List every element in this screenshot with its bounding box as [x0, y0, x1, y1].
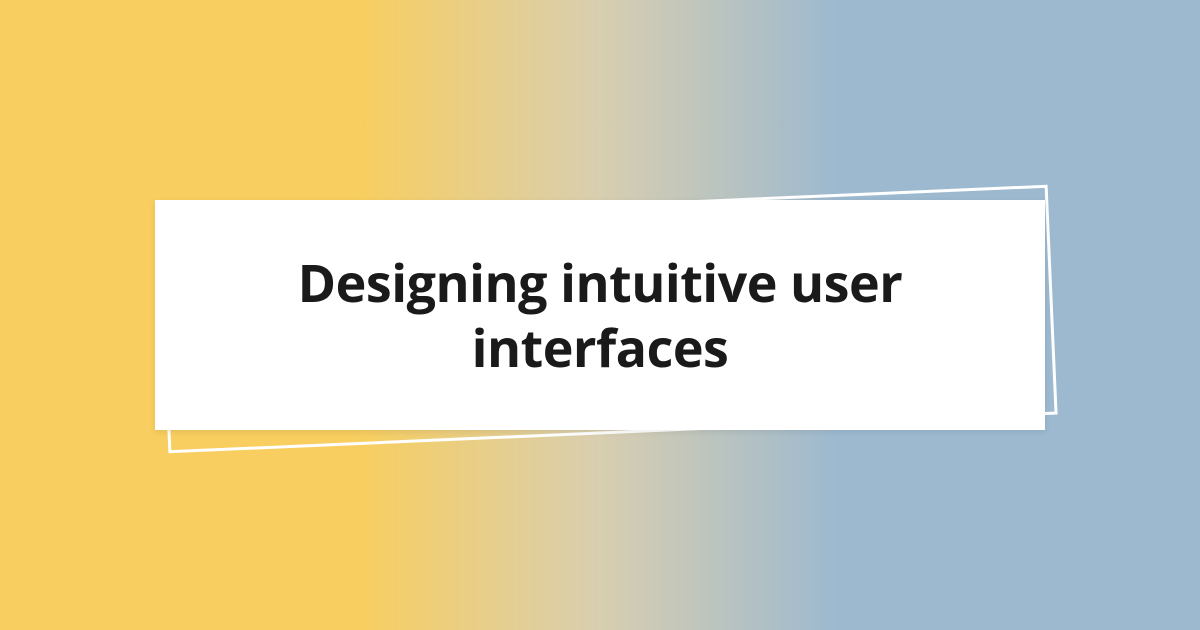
title-box: Designing intuitive user interfaces: [155, 200, 1045, 430]
page-title: Designing intuitive user interfaces: [215, 250, 985, 380]
gradient-background: Designing intuitive user interfaces: [0, 0, 1200, 630]
title-card-wrapper: Designing intuitive user interfaces: [155, 200, 1045, 430]
